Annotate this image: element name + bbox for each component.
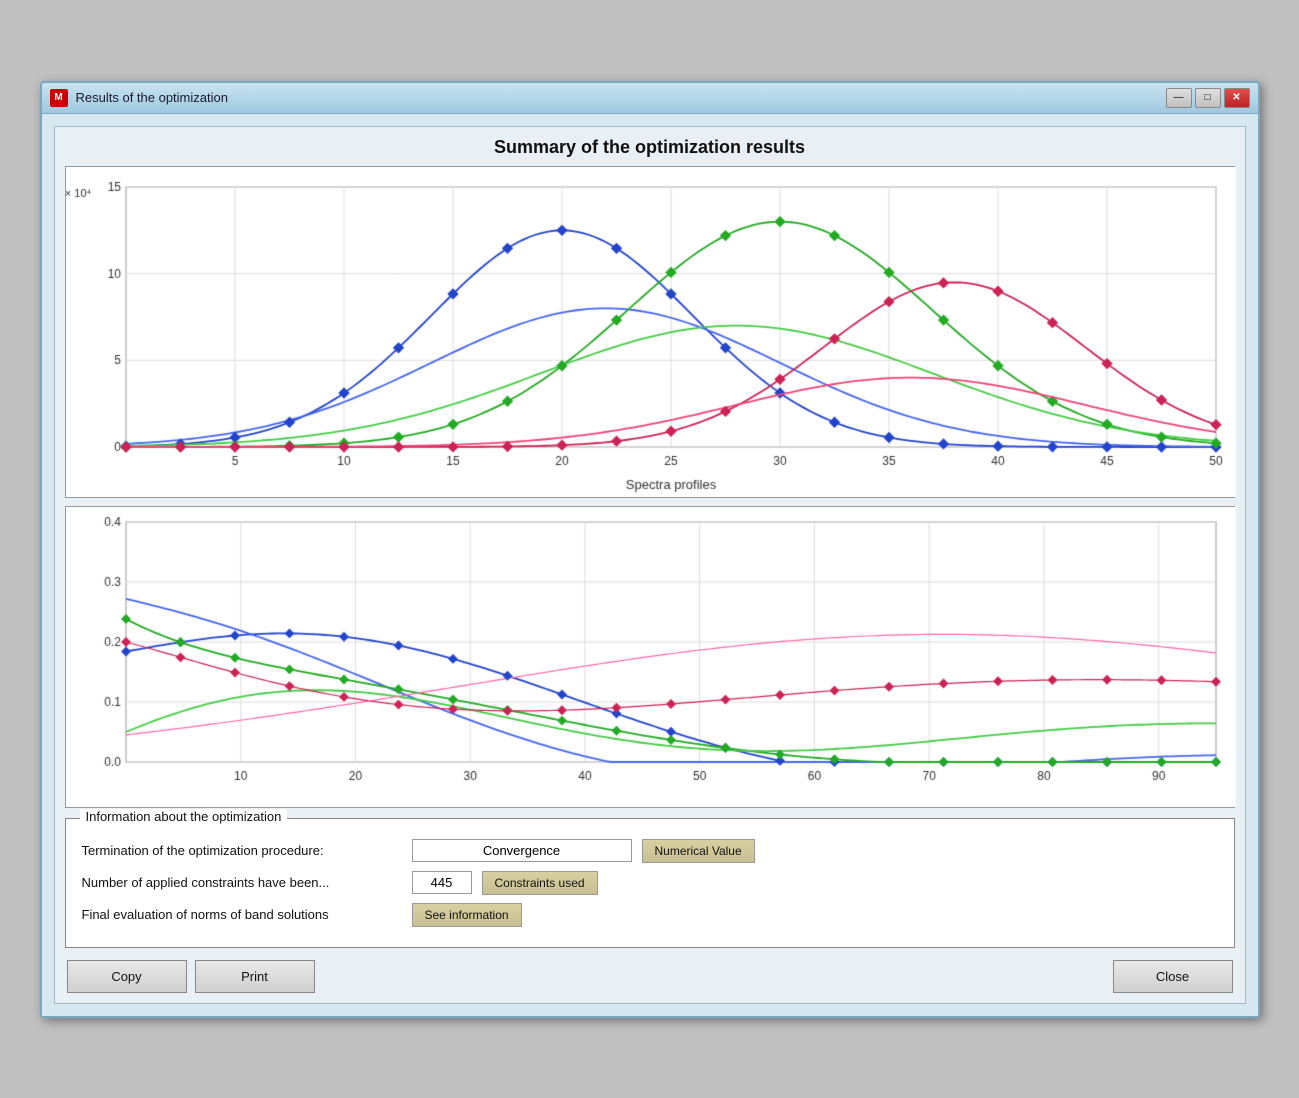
- constraints-label: Number of applied constraints have been.…: [82, 875, 402, 890]
- bottom-buttons: Copy Print Close: [65, 960, 1235, 993]
- bottom-chart-wrapper: [65, 506, 1235, 808]
- print-button[interactable]: Print: [195, 960, 315, 993]
- top-chart-wrapper: [65, 166, 1235, 498]
- close-button[interactable]: Close: [1113, 960, 1233, 993]
- chart-title: Summary of the optimization results: [65, 137, 1235, 158]
- constraints-input[interactable]: [412, 871, 472, 894]
- termination-input[interactable]: [412, 839, 632, 862]
- charts-container: [65, 166, 1235, 808]
- main-window: M Results of the optimization — □ ✕ Summ…: [40, 81, 1260, 1018]
- inner-content: Summary of the optimization results Info…: [54, 126, 1246, 1004]
- see-information-button[interactable]: See information: [412, 903, 522, 927]
- minimize-button[interactable]: —: [1166, 88, 1192, 108]
- info-row-2: Number of applied constraints have been.…: [82, 871, 1218, 895]
- constraints-used-button[interactable]: Constraints used: [482, 871, 598, 895]
- title-bar-left: M Results of the optimization: [50, 89, 228, 107]
- info-section: Information about the optimization Termi…: [65, 818, 1235, 948]
- info-row-3: Final evaluation of norms of band soluti…: [82, 903, 1218, 927]
- close-title-button[interactable]: ✕: [1224, 88, 1250, 108]
- window-title: Results of the optimization: [76, 90, 228, 105]
- norms-label: Final evaluation of norms of band soluti…: [82, 907, 402, 922]
- maximize-button[interactable]: □: [1195, 88, 1221, 108]
- title-buttons: — □ ✕: [1166, 88, 1250, 108]
- window-content: Summary of the optimization results Info…: [42, 114, 1258, 1016]
- info-legend: Information about the optimization: [80, 809, 288, 824]
- numerical-value-button[interactable]: Numerical Value: [642, 839, 755, 863]
- copy-button[interactable]: Copy: [67, 960, 187, 993]
- top-chart: [66, 167, 1236, 497]
- title-bar: M Results of the optimization — □ ✕: [42, 83, 1258, 114]
- app-icon: M: [50, 89, 68, 107]
- bottom-left-buttons: Copy Print: [67, 960, 315, 993]
- bottom-chart: [66, 507, 1236, 807]
- info-row-1: Termination of the optimization procedur…: [82, 839, 1218, 863]
- termination-label: Termination of the optimization procedur…: [82, 843, 402, 858]
